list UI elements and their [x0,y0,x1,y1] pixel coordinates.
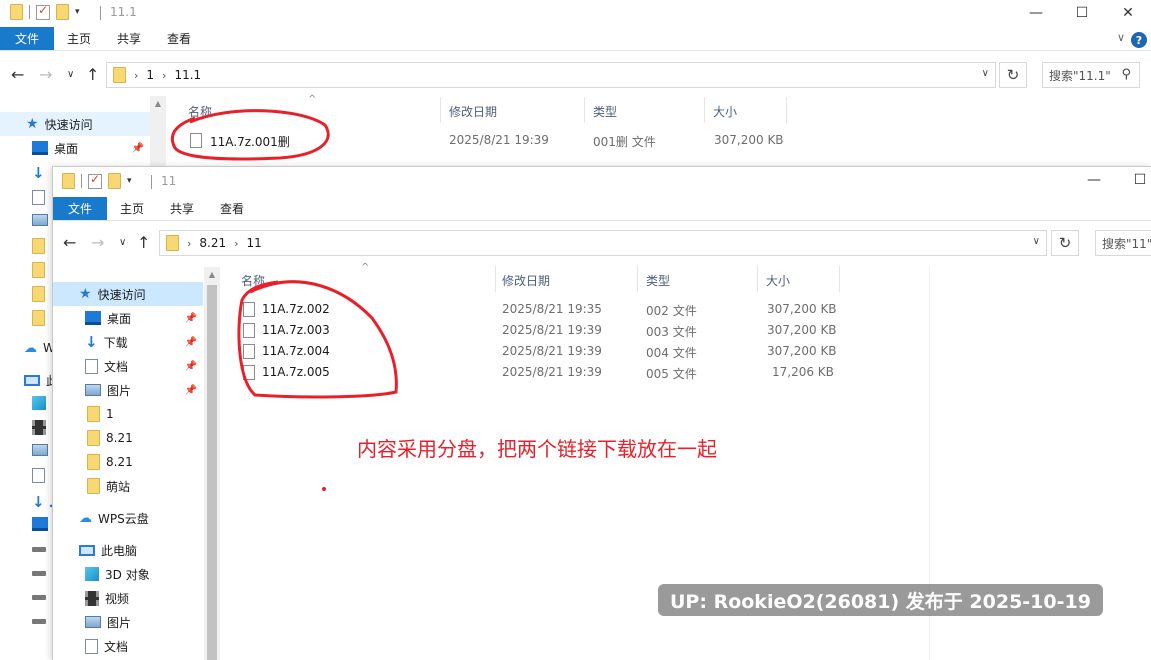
watermark: UP: RookieO2(26081) 发布于 2025-10-19 [658,584,1103,616]
annotation-text: 内容采用分盘，把两个链接下载放在一起 [357,437,717,461]
annotation-circle [237,280,398,399]
annotation-dot [322,487,326,491]
